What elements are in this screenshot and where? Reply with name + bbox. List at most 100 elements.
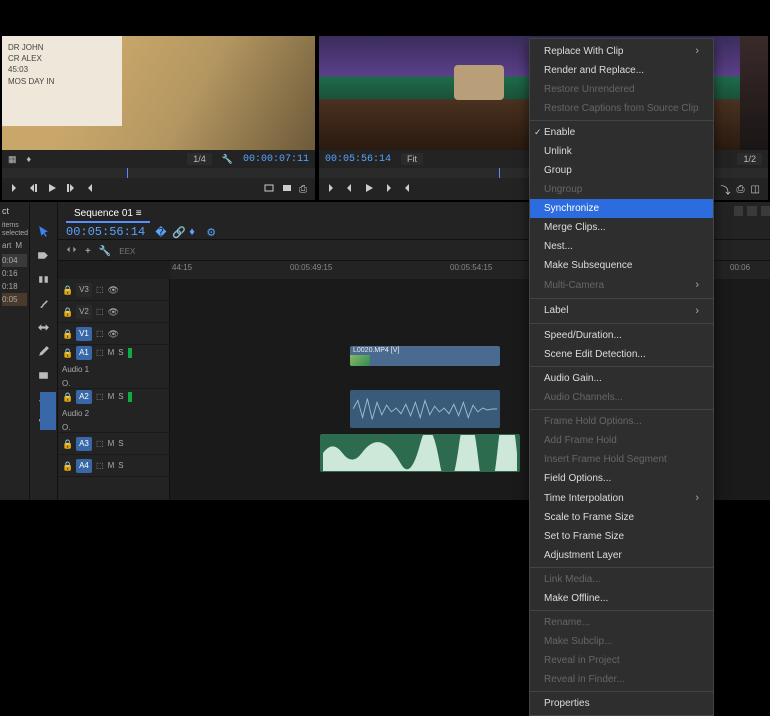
mark-out-icon[interactable] (399, 182, 411, 197)
source-scrubber[interactable] (2, 168, 315, 178)
linked-sel-icon[interactable]: 🔗 (172, 226, 184, 238)
workspace-buttons[interactable] (734, 202, 770, 220)
mark-in-icon[interactable] (10, 182, 22, 197)
menu-item-label[interactable]: Label (530, 301, 713, 321)
menu-item-make-subsequence[interactable]: Make Subsequence (530, 256, 713, 275)
track-a1[interactable]: 🔒A1⬚MS Audio 1 O. (58, 345, 169, 389)
marker-icon[interactable]: ♦ (27, 154, 32, 164)
menu-item-make-offline[interactable]: Make Offline... (530, 589, 713, 608)
menu-item-restore-unrendered: Restore Unrendered (530, 80, 713, 99)
pen-tool-icon[interactable] (37, 344, 51, 358)
menu-item-nest[interactable]: Nest... (530, 237, 713, 256)
menu-item-field-options[interactable]: Field Options... (530, 469, 713, 488)
overwrite-icon[interactable] (281, 182, 293, 197)
menu-item-make-subclip: Make Subclip... (530, 632, 713, 651)
menu-item-scale-to-frame-size[interactable]: Scale to Frame Size (530, 508, 713, 527)
extract-icon[interactable]: ⤵ (721, 182, 731, 197)
source-viewport[interactable]: DR JOHN CR ALEX 45:03 MOS DAY IN (2, 36, 315, 150)
selection-tool-icon[interactable] (37, 224, 51, 238)
export-frame-icon[interactable]: ⎙ (299, 184, 307, 195)
slate-text: CR ALEX (8, 53, 116, 64)
audio-clip-1[interactable] (350, 390, 500, 428)
project-rows: 0:04 0:16 0:18 0:05 (2, 254, 27, 306)
eye-icon[interactable]: 👁 (108, 285, 118, 295)
compare-icon[interactable]: ◫ (751, 184, 760, 195)
razor-tool-icon[interactable] (37, 296, 51, 310)
add-marker-icon[interactable]: + (85, 246, 91, 257)
track-v2[interactable]: 🔒V2⬚👁 (58, 301, 169, 323)
menu-item-properties[interactable]: Properties (530, 694, 713, 713)
project-item[interactable]: 0:18 (2, 280, 27, 293)
settings-icon[interactable]: ⚙ (206, 226, 218, 238)
menu-item-group[interactable]: Group (530, 161, 713, 180)
mark-in-icon[interactable] (327, 182, 339, 197)
menu-item-frame-hold-options: Frame Hold Options... (530, 412, 713, 431)
track-o[interactable]: O. (62, 379, 165, 388)
menu-item-rename: Rename... (530, 613, 713, 632)
settings-icon[interactable]: ▦ (8, 154, 17, 165)
menu-item-speed-duration[interactable]: Speed/Duration... (530, 326, 713, 345)
project-panel: ct items selected art M 0:04 0:16 0:18 0… (0, 202, 30, 500)
menu-item-adjustment-layer[interactable]: Adjustment Layer (530, 546, 713, 565)
menu-item-enable[interactable]: Enable (530, 123, 713, 142)
source-timecode[interactable]: 00:00:07:11 (243, 154, 309, 165)
track-v3[interactable]: 🔒V3⬚👁 (58, 279, 169, 301)
export-frame-icon[interactable]: ⎙ (737, 184, 745, 195)
tab-m[interactable]: M (15, 241, 22, 250)
program-zoom[interactable]: 1/2 (737, 153, 762, 165)
sequence-tab[interactable]: Sequence 01 ≡ (66, 206, 150, 223)
menu-item-audio-gain[interactable]: Audio Gain... (530, 369, 713, 388)
menu-item-unlink[interactable]: Unlink (530, 142, 713, 161)
menu-item-merge-clips[interactable]: Merge Clips... (530, 218, 713, 237)
waveform-icon (353, 391, 497, 427)
track-label: Audio 1 (62, 365, 165, 374)
menu-item-synchronize[interactable]: Synchronize (530, 199, 713, 218)
menu-item-replace-with-clip[interactable]: Replace With Clip (530, 41, 713, 61)
project-item[interactable]: 0:16 (2, 267, 27, 280)
timeline-timecode[interactable]: 00:05:56:14 (66, 225, 145, 239)
project-item[interactable]: 0:04 (2, 254, 27, 267)
project-item[interactable]: 0:05 (2, 293, 27, 306)
toggle-output-icon[interactable]: ⬚ (96, 285, 104, 294)
track-a4[interactable]: 🔒A4⬚MS (58, 455, 169, 477)
nudge-icon[interactable] (66, 244, 77, 258)
play-icon[interactable] (46, 182, 58, 197)
menu-item-render-and-replace[interactable]: Render and Replace... (530, 61, 713, 80)
track-select-tool-icon[interactable] (37, 248, 51, 262)
mark-out-icon[interactable] (82, 182, 94, 197)
snap-icon[interactable]: �磁 (155, 226, 167, 238)
wrench-icon[interactable]: 🔧 (99, 246, 111, 257)
panel-tab[interactable]: ct (2, 206, 27, 216)
menu-item-set-to-frame-size[interactable]: Set to Frame Size (530, 527, 713, 546)
audio-clip-2[interactable] (320, 434, 520, 472)
patch-a1[interactable] (40, 392, 56, 430)
track-v1[interactable]: 🔒V1⬚👁 (58, 323, 169, 345)
marker-icon[interactable]: ♦ (189, 226, 201, 238)
step-fwd-icon[interactable] (381, 182, 393, 197)
slip-tool-icon[interactable] (37, 320, 51, 334)
video-clip[interactable]: L0020.MP4 [V] (350, 346, 500, 366)
rect-tool-icon[interactable] (37, 368, 51, 382)
context-menu: Replace With ClipRender and Replace...Re… (529, 38, 714, 716)
menu-item-ungroup: Ungroup (530, 180, 713, 199)
menu-item-scene-edit-detection[interactable]: Scene Edit Detection... (530, 345, 713, 364)
menu-item-time-interpolation[interactable]: Time Interpolation (530, 488, 713, 508)
track-a3[interactable]: 🔒A3⬚MS (58, 433, 169, 455)
ruler-tick: 00:06 (730, 263, 750, 272)
menu-item-insert-frame-hold-segment: Insert Frame Hold Segment (530, 450, 713, 469)
play-icon[interactable] (363, 182, 375, 197)
ruler-tick: 00:05:54:15 (450, 263, 492, 272)
ripple-tool-icon[interactable] (37, 272, 51, 286)
fit-select[interactable]: Fit (401, 153, 423, 165)
lock-icon[interactable]: 🔒 (62, 285, 72, 295)
step-back-icon[interactable] (345, 182, 357, 197)
clip-thumb (350, 355, 370, 366)
tab-art[interactable]: art (2, 241, 11, 250)
step-back-icon[interactable] (28, 182, 40, 197)
insert-icon[interactable] (263, 182, 275, 197)
step-fwd-icon[interactable] (64, 182, 76, 197)
program-timecode[interactable]: 00:05:56:14 (325, 154, 391, 165)
track-a2[interactable]: 🔒A2⬚MS Audio 2 O. (58, 389, 169, 433)
wrench-icon[interactable]: 🔧 (222, 154, 233, 165)
zoom-select[interactable]: 1/4 (187, 153, 212, 165)
